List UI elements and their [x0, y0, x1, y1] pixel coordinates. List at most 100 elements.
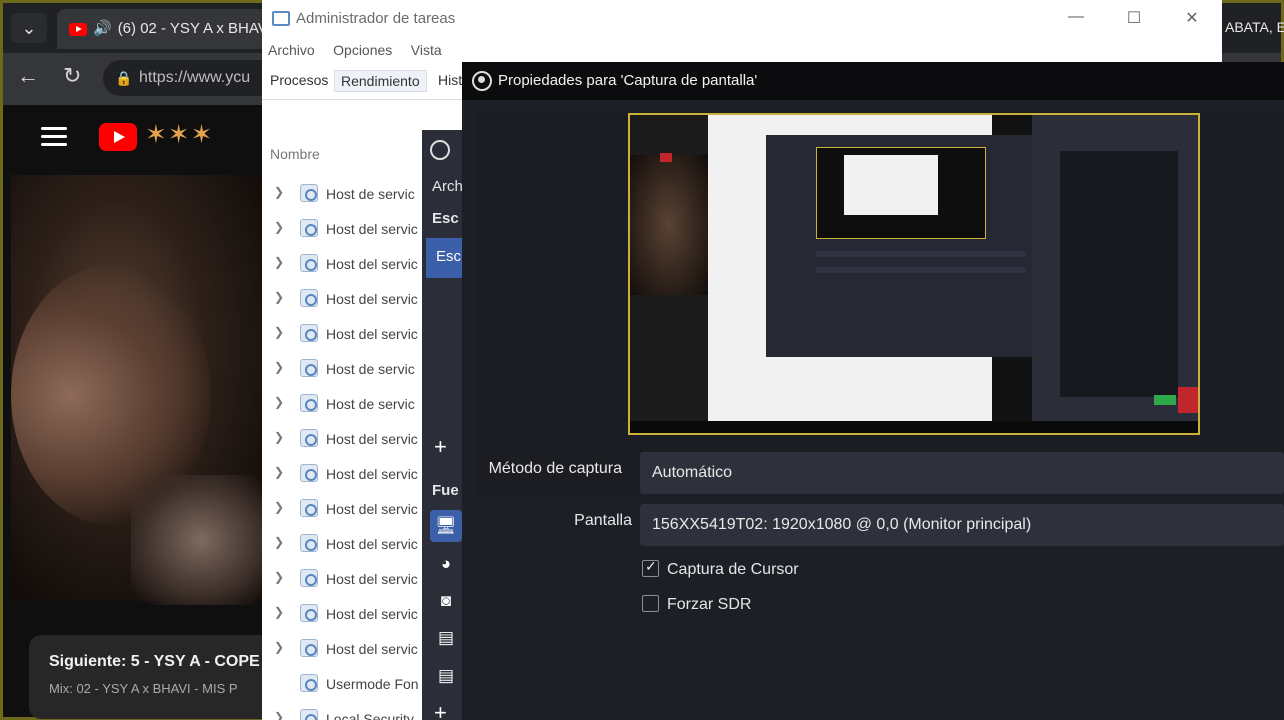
expand-chevron-icon[interactable]: ❯: [274, 570, 284, 584]
task-manager-titlebar: Administrador de tareas — ☐ ✕: [262, 0, 1222, 38]
process-name: Host de servic: [326, 396, 415, 412]
capture-cursor-label: Captura de Cursor: [667, 561, 799, 578]
reload-icon[interactable]: ↻: [63, 63, 81, 89]
tab-rendimiento[interactable]: Rendimiento: [334, 70, 427, 92]
expand-chevron-icon[interactable]: ❯: [274, 220, 284, 234]
capture-cursor-check-icon[interactable]: [642, 558, 659, 577]
browser-tab-right-text[interactable]: ABATA, El: [1225, 19, 1284, 35]
process-icon: [300, 709, 318, 720]
expand-chevron-icon[interactable]: ❯: [274, 255, 284, 269]
task-manager-title: Administrador de tareas: [296, 10, 456, 27]
youtube-doodle-icon[interactable]: ✶✶✶: [145, 119, 213, 150]
process-name: Host del servic: [326, 431, 418, 447]
hamburger-menu-icon[interactable]: [41, 127, 67, 151]
expand-chevron-icon[interactable]: ❯: [274, 395, 284, 409]
service-gear-icon: [300, 324, 318, 342]
camera-source-icon[interactable]: ◙: [430, 585, 462, 617]
tab-historial[interactable]: Hist: [438, 72, 462, 88]
expand-chevron-icon[interactable]: ❯: [274, 535, 284, 549]
up-next-card[interactable]: Siguiente: 5 - YSY A - COPE Mix: 02 - YS…: [29, 635, 279, 719]
expand-chevron-icon[interactable]: ❯: [274, 360, 284, 374]
process-name: Host del servic: [326, 536, 418, 552]
preview-youtube-logo: [660, 153, 672, 162]
process-name: Host del servic: [326, 501, 418, 517]
preview-nested-light: [844, 155, 938, 215]
youtube-favicon-icon: [69, 22, 87, 36]
add-scene-plus-icon[interactable]: +: [434, 434, 447, 460]
globe-source-icon[interactable]: ◕: [430, 548, 462, 580]
service-gear-icon: [300, 184, 318, 202]
menu-archivo[interactable]: Archivo: [268, 42, 315, 58]
browser-tab-youtube[interactable]: 🔊 (6) 02 - YSY A x BHAVI: [57, 9, 269, 49]
lock-icon: 🔒: [115, 70, 133, 86]
display-select[interactable]: 156XX5419T02: 1920x1080 @ 0,0 (Monitor p…: [640, 504, 1284, 546]
obs-logo-icon: [472, 71, 492, 91]
service-gear-icon: [300, 289, 318, 307]
force-sdr-checkbox[interactable]: Forzar SDR: [642, 595, 751, 614]
properties-dialog-title: Propiedades para 'Captura de pantalla': [498, 72, 758, 89]
tab-procesos[interactable]: Procesos: [270, 72, 328, 88]
menu-opciones[interactable]: Opciones: [333, 42, 392, 58]
task-manager-menubar: Archivo Opciones Vista: [268, 42, 456, 60]
expand-chevron-icon[interactable]: ❯: [274, 185, 284, 199]
youtube-logo[interactable]: [99, 123, 137, 151]
obs-scenes-header: Esc: [432, 210, 459, 227]
minimize-icon[interactable]: —: [1066, 8, 1086, 26]
browser-tab-title: (6) 02 - YSY A x BHAVI: [117, 20, 269, 37]
capture-method-select[interactable]: Automático: [640, 452, 1284, 494]
display-label: Pantalla: [574, 512, 632, 529]
video-player[interactable]: [11, 175, 273, 605]
service-gear-icon: [300, 429, 318, 447]
back-arrow-icon[interactable]: ←: [17, 63, 39, 89]
obs-menu-archivo[interactable]: Arch: [432, 178, 463, 195]
expand-chevron-icon[interactable]: ❯: [274, 500, 284, 514]
menu-vista[interactable]: Vista: [411, 42, 442, 58]
monitor-source-icon[interactable]: 🖥: [430, 510, 462, 542]
capture-preview: [628, 113, 1200, 435]
expand-chevron-icon[interactable]: ❯: [274, 465, 284, 479]
expand-chevron-icon[interactable]: ❯: [274, 325, 284, 339]
service-gear-icon: [300, 604, 318, 622]
properties-dialog: Propiedades para 'Captura de pantalla' M…: [462, 62, 1284, 720]
up-next-subtitle: Mix: 02 - YSY A x BHAVI - MIS P: [49, 681, 238, 696]
process-name: Host del servic: [326, 571, 418, 587]
capture-method-label: Método de captura: [488, 460, 622, 477]
capture-cursor-checkbox[interactable]: Captura de Cursor: [642, 558, 799, 579]
process-name: Host del servic: [326, 326, 418, 342]
speaker-icon[interactable]: 🔊: [93, 20, 112, 37]
expand-chevron-icon[interactable]: ❯: [274, 290, 284, 304]
process-name: Host del servic: [326, 641, 418, 657]
obs-sources-header: Fue: [432, 482, 459, 499]
add-source-plus-icon[interactable]: +: [434, 700, 447, 720]
address-bar-url: https://www.ycu: [139, 69, 251, 86]
preview-chat-panel: [1060, 151, 1178, 397]
obs-logo-icon: [430, 140, 450, 160]
service-gear-icon: [300, 254, 318, 272]
up-next-title: Siguiente: 5 - YSY A - COPE: [49, 653, 260, 670]
service-gear-icon: [300, 569, 318, 587]
service-gear-icon: [300, 639, 318, 657]
expand-chevron-icon[interactable]: ❯: [274, 710, 284, 720]
service-gear-icon: [300, 464, 318, 482]
maximize-icon[interactable]: ☐: [1124, 8, 1144, 28]
expand-chevron-icon[interactable]: ❯: [274, 430, 284, 444]
close-icon[interactable]: ✕: [1182, 8, 1202, 28]
window-source-icon[interactable]: ▤: [430, 622, 462, 654]
service-gear-icon: [300, 394, 318, 412]
tab-search-button[interactable]: ⌄: [11, 13, 47, 43]
service-gear-icon: [300, 219, 318, 237]
window-capture-source-icon[interactable]: ▤: [430, 660, 462, 692]
force-sdr-label: Forzar SDR: [667, 596, 752, 613]
preview-green-button: [1154, 395, 1176, 405]
preview-red-block: [1178, 387, 1198, 413]
process-name: Host del servic: [326, 466, 418, 482]
expand-chevron-icon[interactable]: ❯: [274, 640, 284, 654]
process-name: Host del servic: [326, 606, 418, 622]
process-name: Local Security: [326, 711, 414, 720]
properties-dialog-titlebar: Propiedades para 'Captura de pantalla': [462, 62, 1284, 100]
force-sdr-check-icon[interactable]: [642, 595, 659, 612]
preview-field-1: [816, 251, 1026, 257]
process-name: Host del servic: [326, 221, 418, 237]
column-header-nombre[interactable]: Nombre: [270, 146, 320, 162]
expand-chevron-icon[interactable]: ❯: [274, 605, 284, 619]
